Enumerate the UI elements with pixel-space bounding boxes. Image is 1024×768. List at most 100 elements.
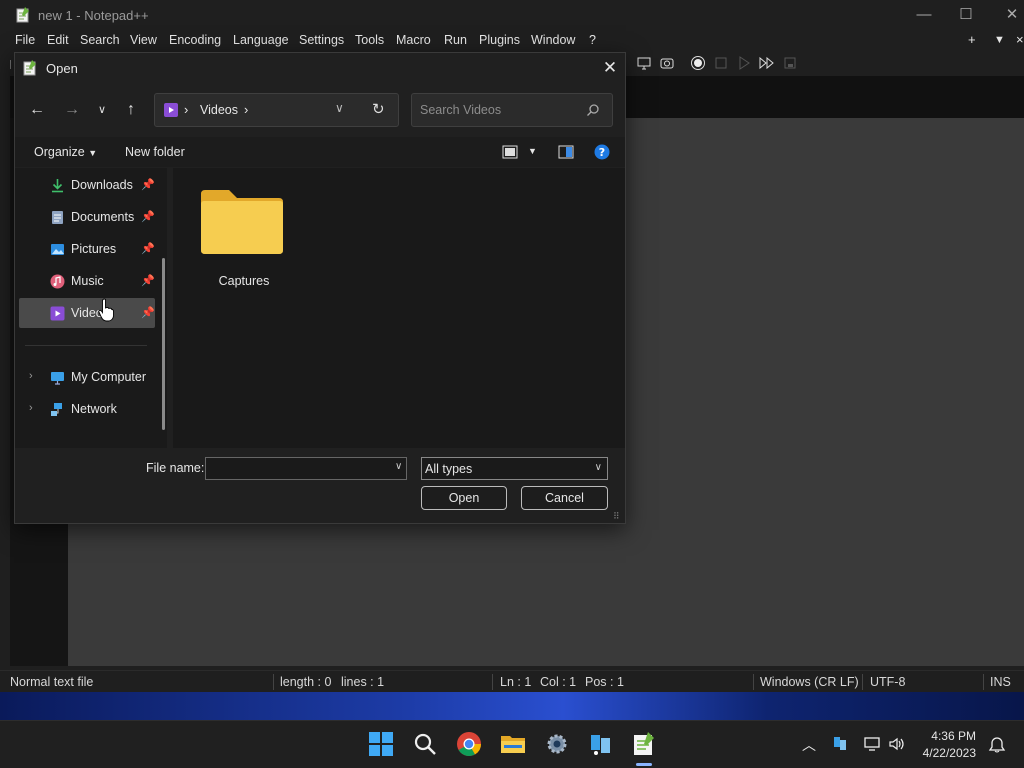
help-icon[interactable]: ? [594,144,610,160]
menu-file[interactable]: File [15,33,35,47]
open-button[interactable]: Open [421,486,507,510]
file-name-label: File name: [146,461,205,475]
menu-window[interactable]: Window [531,33,575,47]
sidebar-item-network[interactable]: › Network [19,394,155,424]
status-pos: Pos : 1 [585,675,624,689]
file-type-value: All types [425,462,473,476]
desktop-wallpaper [0,692,1024,720]
sidebar-item-pictures[interactable]: Pictures 📌 [19,234,155,264]
navigation-scrollbar[interactable] [162,258,165,430]
maximize-button[interactable]: ☐ [946,4,986,26]
sidebar-item-videos[interactable]: Videos 📌 [19,298,155,328]
sidebar-item-downloads[interactable]: Downloads 📌 [19,170,155,200]
search-box[interactable]: Search Videos [411,93,613,127]
videos-icon [164,103,178,117]
expand-chevron-icon[interactable]: › [29,402,33,414]
download-icon [52,179,63,193]
window-left-edge [0,52,10,672]
sidebar-item-documents[interactable]: Documents 📌 [19,202,155,232]
menu-help[interactable]: ? [589,33,596,47]
file-type-select[interactable]: All types ∨ [421,457,608,480]
file-list-pane[interactable]: Captures [173,168,625,448]
windows-start-icon[interactable] [368,731,394,757]
monitor-icon[interactable] [636,55,652,71]
menu-run[interactable]: Run [444,33,467,47]
view-options-chevron-icon[interactable]: ▼ [528,146,537,156]
menu-encoding[interactable]: Encoding [169,33,221,47]
volume-icon[interactable] [888,736,906,752]
menu-edit[interactable]: Edit [47,33,69,47]
status-insert-mode: INS [990,675,1011,689]
up-arrow-icon[interactable]: ↑ [120,99,142,121]
notepadpp-icon[interactable] [631,731,657,757]
show-hidden-icons-chevron-icon[interactable]: ︿ [802,735,816,755]
status-length: length : 0 [280,675,332,689]
tab-list-button[interactable]: ▼ [994,34,1005,46]
open-file-dialog: Open ✕ ← → ∨ ↑ › Videos › ∨ ↻ Search Vid… [14,52,626,524]
command-bar: Organize ▼ New folder ▼ ? [15,137,625,167]
pin-icon: 📌 [141,243,155,255]
record-macro-icon[interactable] [690,55,706,71]
npp-menubar: File Edit Search View Encoding Language … [0,30,1024,52]
sidebar-item-my-computer[interactable]: › My Computer [19,362,155,392]
status-separator [273,674,274,690]
taskbar-time[interactable]: 4:36 PM [931,729,976,743]
menu-tools[interactable]: Tools [355,33,384,47]
address-bar[interactable]: › Videos › ∨ ↻ [154,93,399,127]
menu-view[interactable]: View [130,33,157,47]
new-folder-button[interactable]: New folder [125,145,185,159]
address-dropdown-chevron-icon[interactable]: ∨ [335,101,344,115]
network-app-icon[interactable] [588,731,614,757]
expand-chevron-icon[interactable]: › [29,370,33,382]
npp-window-title: new 1 - Notepad++ [38,8,149,23]
status-file-type: Normal text file [10,675,94,689]
forward-arrow-icon[interactable]: → [61,99,83,121]
status-separator [983,674,984,690]
view-mode-icon[interactable] [502,145,518,159]
npp-titlebar[interactable]: new 1 - Notepad++ — ☐ ✕ [0,0,1024,30]
minimize-button[interactable]: — [904,4,944,26]
cancel-button[interactable]: Cancel [521,486,608,510]
music-icon [50,274,65,289]
new-tab-button[interactable]: + [968,32,976,47]
search-icon[interactable] [412,731,438,757]
network-tray-app-icon[interactable] [833,736,847,752]
breadcrumb-separator[interactable]: › [244,102,248,117]
file-explorer-icon[interactable] [500,731,526,757]
refresh-icon[interactable]: ↻ [372,100,385,118]
chrome-icon[interactable] [456,731,482,757]
run-macro-multiple-icon[interactable] [759,55,775,71]
network-status-icon[interactable] [863,736,881,752]
status-lines: lines : 1 [341,675,385,689]
preview-pane-icon[interactable] [558,145,574,159]
menu-settings[interactable]: Settings [299,33,344,47]
menu-plugins[interactable]: Plugins [479,33,520,47]
menu-macro[interactable]: Macro [396,33,431,47]
save-macro-icon[interactable] [782,55,798,71]
active-app-indicator [636,763,652,766]
dialog-close-button[interactable]: ✕ [599,57,621,79]
organize-button[interactable]: Organize ▼ [34,145,97,159]
camera-icon[interactable] [659,55,675,71]
resize-grip-icon[interactable]: ⠿ [613,511,620,522]
recent-locations-chevron-icon[interactable]: ∨ [91,99,113,121]
file-name-input[interactable] [205,457,407,480]
status-ln: Ln : 1 [500,675,532,689]
menu-language[interactable]: Language [233,33,289,47]
close-tab-button[interactable]: × [1016,32,1024,47]
menu-search[interactable]: Search [80,33,120,47]
back-arrow-icon[interactable]: ← [26,99,48,121]
pin-icon: 📌 [141,307,155,319]
play-macro-icon[interactable] [736,55,752,71]
stop-macro-icon[interactable] [713,55,729,71]
close-window-button[interactable]: ✕ [992,4,1024,26]
settings-icon[interactable] [544,731,570,757]
folder-item[interactable]: Captures [199,188,289,298]
dialog-titlebar[interactable]: Open ✕ [15,53,625,83]
pictures-icon [51,244,64,255]
sidebar-item-music[interactable]: Music 📌 [19,266,155,296]
status-separator [492,674,493,690]
taskbar-date[interactable]: 4/22/2023 [923,746,976,760]
breadcrumb-videos[interactable]: Videos [200,103,238,117]
notifications-icon[interactable] [988,736,1006,754]
